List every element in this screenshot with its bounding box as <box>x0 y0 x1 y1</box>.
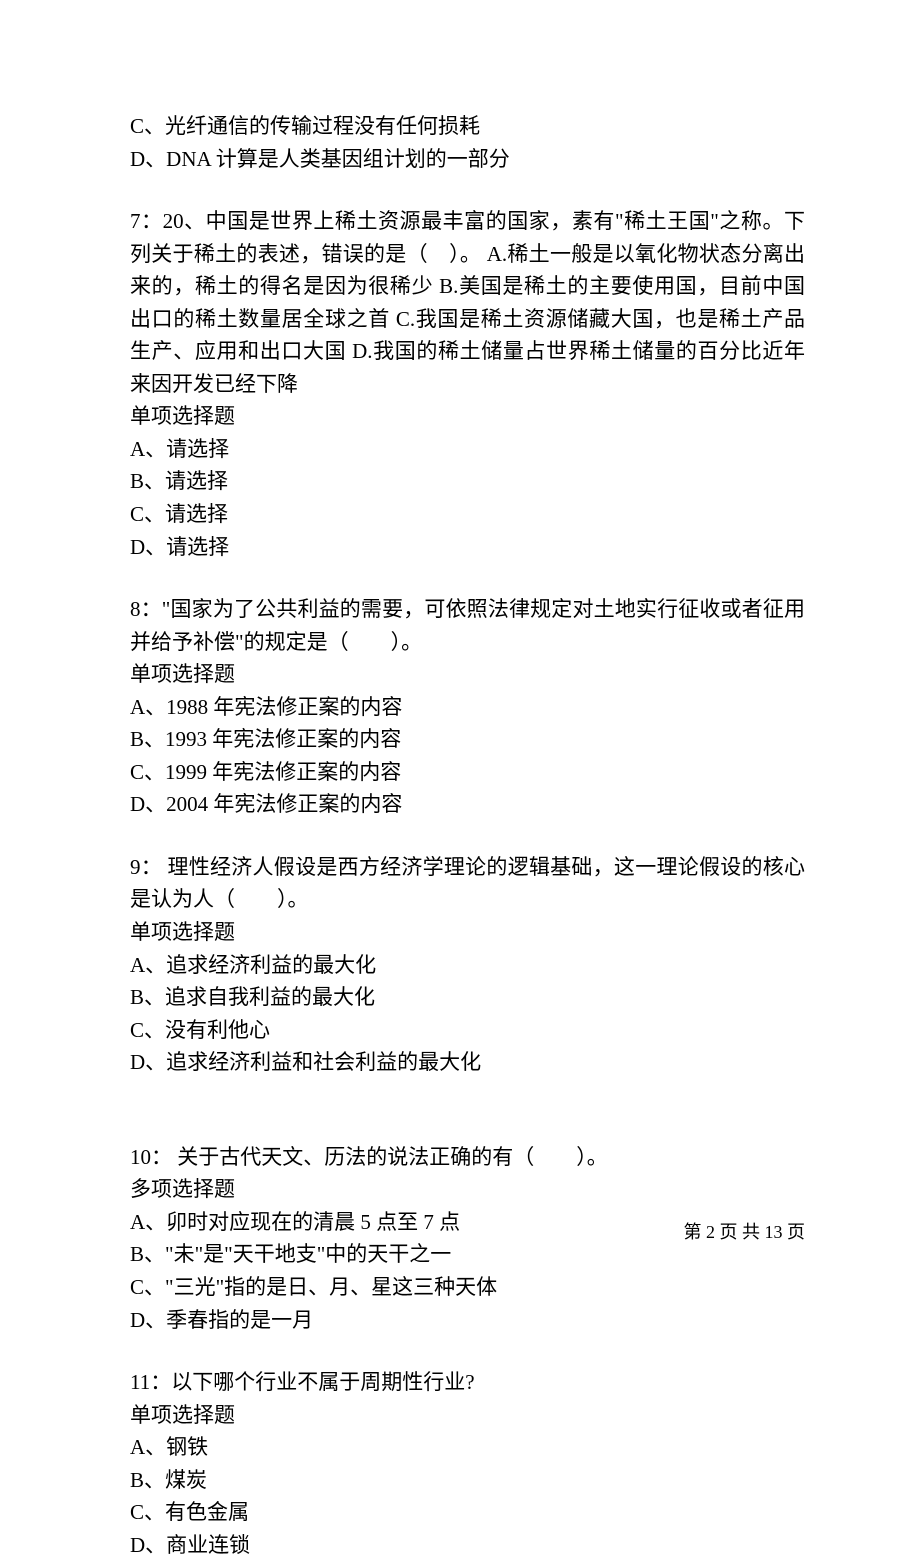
question-6-partial: C、光纤通信的传输过程没有任何损耗 D、DNA 计算是人类基因组计划的一部分 <box>130 110 805 175</box>
option-d: D、追求经济利益和社会利益的最大化 <box>130 1046 805 1079</box>
option-d: D、请选择 <box>130 531 805 564</box>
question-type: 单项选择题 <box>130 400 805 433</box>
question-type: 单项选择题 <box>130 1399 805 1432</box>
option-b: B、追求自我利益的最大化 <box>130 981 805 1014</box>
option-d: D、DNA 计算是人类基因组计划的一部分 <box>130 143 805 176</box>
question-text: 11：以下哪个行业不属于周期性行业? <box>130 1366 805 1399</box>
question-text: 8："国家为了公共利益的需要，可依照法律规定对土地实行征收或者征用并给予补偿"的… <box>130 593 805 658</box>
question-text: 9： 理性经济人假设是西方经济学理论的逻辑基础，这一理论假设的核心是认为人（ ）… <box>130 851 805 916</box>
question-7: 7：20、中国是世界上稀土资源最丰富的国家，素有"稀土王国"之称。下列关于稀土的… <box>130 205 805 563</box>
option-c: C、请选择 <box>130 498 805 531</box>
option-b: B、1993 年宪法修正案的内容 <box>130 723 805 756</box>
option-c: C、光纤通信的传输过程没有任何损耗 <box>130 110 805 143</box>
option-a: A、追求经济利益的最大化 <box>130 949 805 982</box>
question-8: 8："国家为了公共利益的需要，可依照法律规定对土地实行征收或者征用并给予补偿"的… <box>130 593 805 821</box>
option-c: C、没有利他心 <box>130 1014 805 1047</box>
option-a: A、钢铁 <box>130 1431 805 1464</box>
question-9: 9： 理性经济人假设是西方经济学理论的逻辑基础，这一理论假设的核心是认为人（ ）… <box>130 851 805 1079</box>
question-11: 11：以下哪个行业不属于周期性行业? 单项选择题 A、钢铁 B、煤炭 C、有色金… <box>130 1366 805 1561</box>
option-b: B、请选择 <box>130 465 805 498</box>
question-text: 7：20、中国是世界上稀土资源最丰富的国家，素有"稀土王国"之称。下列关于稀土的… <box>130 205 805 400</box>
option-d: D、2004 年宪法修正案的内容 <box>130 788 805 821</box>
option-b: B、煤炭 <box>130 1464 805 1497</box>
option-c: C、有色金属 <box>130 1496 805 1529</box>
option-d: D、商业连锁 <box>130 1529 805 1561</box>
option-a: A、1988 年宪法修正案的内容 <box>130 691 805 724</box>
question-type: 单项选择题 <box>130 916 805 949</box>
question-type: 多项选择题 <box>130 1173 805 1206</box>
question-text: 10： 关于古代天文、历法的说法正确的有（ ）。 <box>130 1141 805 1174</box>
option-d: D、季春指的是一月 <box>130 1304 805 1337</box>
page-footer: 第 2 页 共 13 页 <box>684 1219 806 1247</box>
option-c: C、1999 年宪法修正案的内容 <box>130 756 805 789</box>
option-a: A、请选择 <box>130 433 805 466</box>
option-c: C、"三光"指的是日、月、星这三种天体 <box>130 1271 805 1304</box>
question-type: 单项选择题 <box>130 658 805 691</box>
